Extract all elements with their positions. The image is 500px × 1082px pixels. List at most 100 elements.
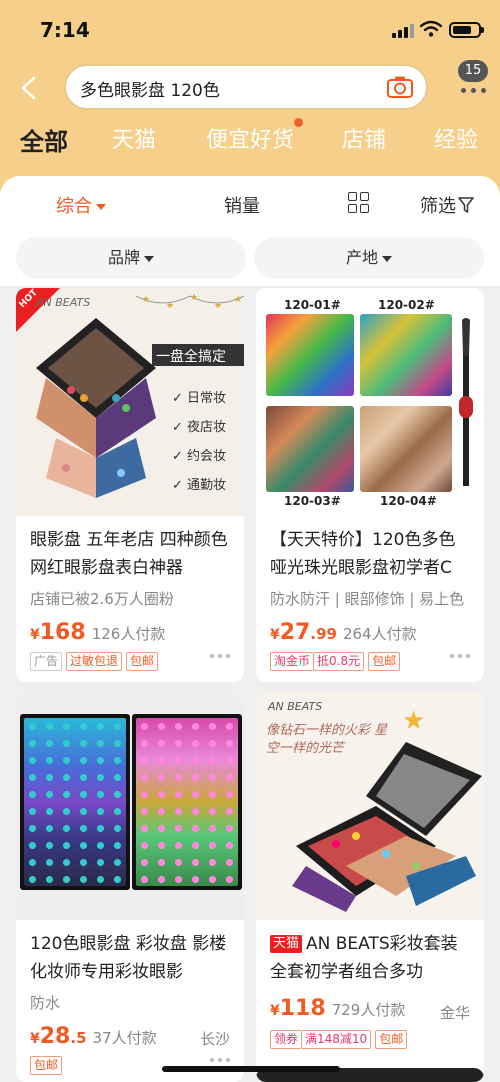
- use-item: 约会妆: [187, 449, 227, 464]
- product-subtitle: 店铺已被2.6万人圈粉: [30, 590, 174, 608]
- message-count-badge[interactable]: 15: [458, 60, 488, 82]
- more-options-icon[interactable]: [450, 654, 470, 660]
- makeup-brush-art: [459, 318, 473, 486]
- tag-list: 领券 满148减10 包邮: [270, 1028, 411, 1049]
- product-card[interactable]: AN BEATS 像钻石一样的火彩 星空一样的光芒 ★ 天猫 AN BEATS彩妆…: [256, 692, 484, 1082]
- origin-filter-label: 产地: [345, 248, 378, 267]
- free-shipping-tag: 包邮: [126, 652, 159, 671]
- sold-count: 264人付款: [342, 625, 417, 643]
- palette-120-02: [360, 314, 452, 396]
- makeup-kit-art: [292, 742, 482, 912]
- palette-code: 120-03#: [284, 494, 341, 508]
- shop-location: 金华: [439, 1004, 470, 1022]
- tag-list: 包邮: [30, 1054, 66, 1075]
- price-line: ¥28.5 37人付款: [30, 1024, 157, 1049]
- free-shipping-tag: 包邮: [375, 1030, 408, 1049]
- sort-comprehensive-label: 综合: [56, 196, 92, 217]
- product-price: 28: [39, 1024, 71, 1049]
- product-image: 120-01# 120-02# 120-03# 120-04#: [256, 288, 484, 516]
- new-indicator-dot: [294, 118, 303, 127]
- palette-set-art: [36, 318, 156, 498]
- currency-symbol: ¥: [270, 1003, 280, 1019]
- tag-list: 广告 过敏包退 包邮: [30, 650, 162, 671]
- product-price: 118: [279, 996, 326, 1021]
- price-decimal: .99: [310, 625, 337, 643]
- tmall-badge: 天猫: [270, 935, 303, 953]
- product-title[interactable]: 120色眼影盘 彩妆盘 影楼化妆师专用彩妆眼影: [30, 930, 232, 986]
- svg-text:★: ★: [190, 293, 198, 303]
- use-item: 日常妆: [187, 391, 227, 406]
- search-bar[interactable]: [64, 64, 428, 110]
- product-price: 168: [39, 620, 86, 645]
- tab-cheap-goods[interactable]: 便宜好货: [206, 122, 294, 154]
- tab-tmall[interactable]: 天猫: [112, 122, 156, 154]
- palette-120-04: [360, 406, 452, 492]
- check-icon: ✓: [172, 478, 183, 493]
- coupon-tag: 领券: [270, 1030, 302, 1049]
- product-card[interactable]: 120色眼影盘 彩妆盘 影楼化妆师专用彩妆眼影 防水 ¥28.5 37人付款 长沙…: [16, 692, 244, 1082]
- palette-matte: [20, 714, 130, 890]
- tab-shops[interactable]: 店铺: [342, 122, 386, 154]
- svg-text:★: ★: [234, 295, 242, 305]
- svg-text:★: ★: [214, 301, 222, 311]
- product-card[interactable]: 120-01# 120-02# 120-03# 120-04# 【天天特价】12…: [256, 288, 484, 682]
- back-arrow-icon[interactable]: [18, 76, 40, 100]
- product-title[interactable]: 【天天特价】120色多色哑光珠光眼影盘初学者C: [270, 526, 472, 582]
- product-image: AN BEATS 像钻石一样的火彩 星空一样的光芒 ★: [256, 692, 484, 920]
- slogan-text: 一盘全搞定: [156, 349, 226, 365]
- search-input[interactable]: [80, 74, 380, 102]
- free-shipping-tag: 包邮: [30, 1056, 63, 1075]
- sold-count: 729人付款: [331, 1001, 406, 1019]
- coin-tag: 淘金币: [270, 652, 314, 671]
- battery-icon: [449, 22, 484, 38]
- status-time: 7:14: [40, 18, 90, 42]
- filter-button[interactable]: 筛选: [420, 192, 456, 218]
- sort-sales[interactable]: 销量: [224, 192, 260, 218]
- camera-icon[interactable]: [386, 75, 414, 99]
- svg-text:★: ★: [166, 301, 174, 311]
- product-title[interactable]: 天猫 AN BEATS彩妆套装全套初学者组合多功: [270, 930, 472, 986]
- palette-code: 120-02#: [378, 298, 435, 312]
- more-options-icon[interactable]: [210, 654, 230, 660]
- use-item: 夜店妆: [187, 420, 227, 435]
- sold-count: 126人付款: [91, 625, 166, 643]
- tab-all[interactable]: 全部: [20, 122, 68, 157]
- funnel-icon[interactable]: [458, 196, 474, 214]
- currency-symbol: ¥: [30, 627, 40, 643]
- home-indicator: [162, 1066, 340, 1072]
- palette-shimmer: [132, 714, 242, 890]
- product-subtitle: 防水: [30, 994, 61, 1012]
- palette-code: 120-04#: [380, 494, 437, 508]
- origin-filter[interactable]: 产地: [254, 237, 484, 279]
- more-icon[interactable]: [460, 88, 488, 94]
- product-title[interactable]: 眼影盘 五年老店 四种颜色网红眼影盘表白神器: [30, 526, 232, 582]
- service-tag: 过敏包退: [66, 652, 123, 671]
- more-options-icon[interactable]: [210, 1058, 230, 1064]
- grid-view-icon[interactable]: [348, 192, 370, 214]
- tag-list: 淘金币 抵0.8元 包邮: [270, 650, 404, 671]
- sort-bar: 综合 销量 筛选: [0, 176, 500, 232]
- brand-filter[interactable]: 品牌: [16, 237, 246, 279]
- palette-120-01: [266, 314, 354, 396]
- discount-tag: 满148减10: [301, 1030, 372, 1049]
- check-icon: ✓: [172, 391, 183, 406]
- price-line: ¥27.99 264人付款: [270, 620, 417, 645]
- price-decimal: .5: [70, 1029, 87, 1047]
- tab-experience[interactable]: 经验: [434, 122, 478, 154]
- caret-down-icon: [144, 255, 154, 262]
- use-item: 通勤妆: [187, 478, 227, 493]
- ad-tag: 广告: [30, 652, 63, 671]
- product-price: 27: [279, 620, 311, 645]
- currency-symbol: ¥: [30, 1031, 40, 1047]
- price-line: ¥118 729人付款: [270, 996, 405, 1021]
- check-icon: ✓: [172, 449, 183, 464]
- caret-down-icon: [96, 204, 106, 210]
- shop-location: 长沙: [199, 1030, 230, 1048]
- palette-120-03: [266, 406, 354, 492]
- sort-comprehensive[interactable]: 综合: [56, 192, 106, 218]
- cellular-signal-icon: [392, 22, 416, 38]
- product-card[interactable]: HOT AN BEATS ★ ★ ★ ★ ★ 一盘全搞定 ✓ 日常妆 ✓ 夜店妆 ✓ …: [16, 288, 244, 682]
- brand-logo-text: AN BEATS: [268, 700, 323, 713]
- discount-tag: 抵0.8元: [313, 652, 365, 671]
- category-tabs: 全部 天猫 便宜好货 店铺 经验: [0, 122, 500, 162]
